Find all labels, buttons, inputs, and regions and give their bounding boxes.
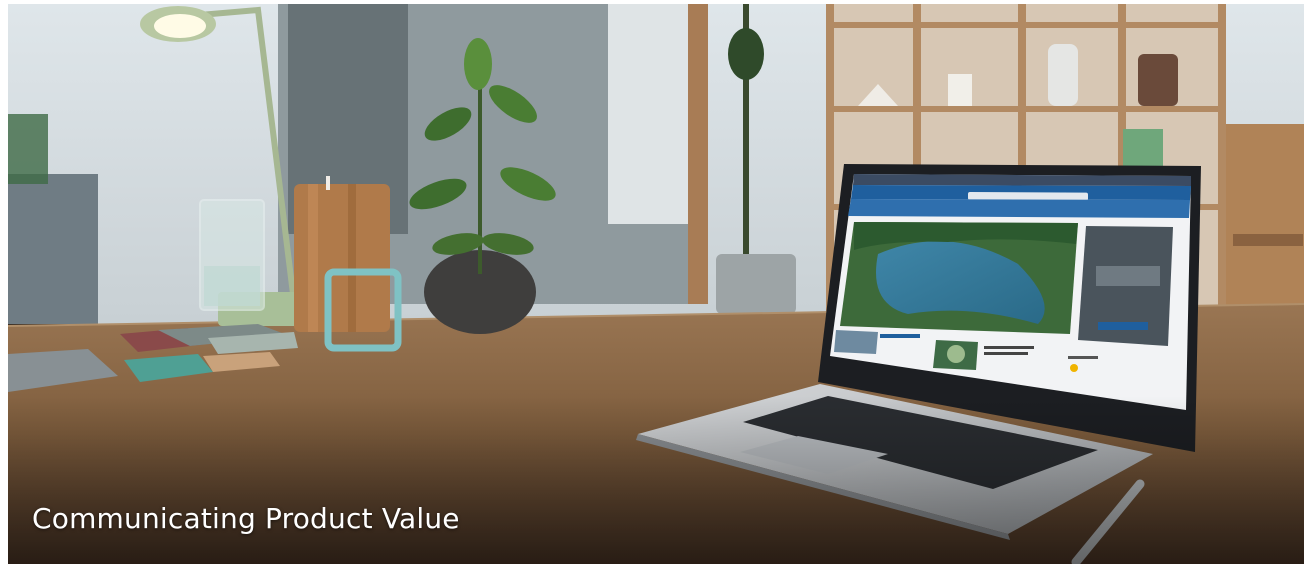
office-desk-photo	[8, 4, 1304, 564]
hero-banner: Communicating Product Value	[8, 4, 1304, 564]
hero-caption: Communicating Product Value	[32, 502, 460, 535]
